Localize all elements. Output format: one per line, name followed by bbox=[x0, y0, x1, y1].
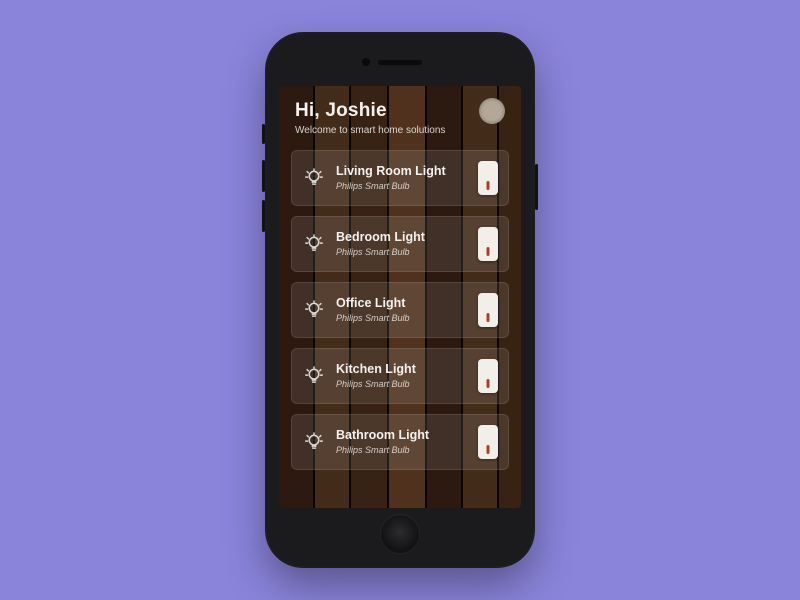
device-text: Bedroom Light Philips Smart Bulb bbox=[336, 231, 468, 257]
device-sub: Philips Smart Bulb bbox=[336, 445, 468, 455]
phone-frame: Hi, Joshie Welcome to smart home solutio… bbox=[265, 32, 535, 568]
device-text: Living Room Light Philips Smart Bulb bbox=[336, 165, 468, 191]
lightbulb-icon bbox=[302, 364, 326, 388]
device-name: Office Light bbox=[336, 297, 468, 311]
device-card[interactable]: Kitchen Light Philips Smart Bulb bbox=[291, 348, 509, 404]
mute-switch[interactable] bbox=[262, 124, 265, 144]
lightbulb-icon bbox=[302, 166, 326, 190]
device-list: Living Room Light Philips Smart Bulb Bed… bbox=[279, 144, 521, 482]
device-text: Office Light Philips Smart Bulb bbox=[336, 297, 468, 323]
power-button[interactable] bbox=[535, 164, 538, 210]
power-toggle[interactable] bbox=[478, 161, 498, 195]
power-toggle[interactable] bbox=[478, 293, 498, 327]
lightbulb-icon bbox=[302, 232, 326, 256]
home-button[interactable] bbox=[380, 514, 420, 554]
device-name: Living Room Light bbox=[336, 165, 468, 179]
volume-up-button[interactable] bbox=[262, 160, 265, 192]
power-toggle[interactable] bbox=[478, 425, 498, 459]
power-toggle[interactable] bbox=[478, 227, 498, 261]
app-screen: Hi, Joshie Welcome to smart home solutio… bbox=[279, 86, 521, 508]
header: Hi, Joshie Welcome to smart home solutio… bbox=[279, 86, 521, 144]
power-toggle[interactable] bbox=[478, 359, 498, 393]
volume-down-button[interactable] bbox=[262, 200, 265, 232]
device-sub: Philips Smart Bulb bbox=[336, 313, 468, 323]
device-name: Bedroom Light bbox=[336, 231, 468, 245]
avatar[interactable] bbox=[479, 98, 505, 124]
lightbulb-icon bbox=[302, 298, 326, 322]
device-card[interactable]: Bathroom Light Philips Smart Bulb bbox=[291, 414, 509, 470]
device-sub: Philips Smart Bulb bbox=[336, 379, 468, 389]
device-card[interactable]: Living Room Light Philips Smart Bulb bbox=[291, 150, 509, 206]
device-text: Kitchen Light Philips Smart Bulb bbox=[336, 363, 468, 389]
device-sub: Philips Smart Bulb bbox=[336, 247, 468, 257]
device-name: Kitchen Light bbox=[336, 363, 468, 377]
device-card[interactable]: Bedroom Light Philips Smart Bulb bbox=[291, 216, 509, 272]
lightbulb-icon bbox=[302, 430, 326, 454]
greeting-text: Hi, Joshie bbox=[295, 100, 505, 122]
device-card[interactable]: Office Light Philips Smart Bulb bbox=[291, 282, 509, 338]
device-name: Bathroom Light bbox=[336, 429, 468, 443]
device-sub: Philips Smart Bulb bbox=[336, 181, 468, 191]
subtitle-text: Welcome to smart home solutions bbox=[295, 125, 505, 136]
device-text: Bathroom Light Philips Smart Bulb bbox=[336, 429, 468, 455]
